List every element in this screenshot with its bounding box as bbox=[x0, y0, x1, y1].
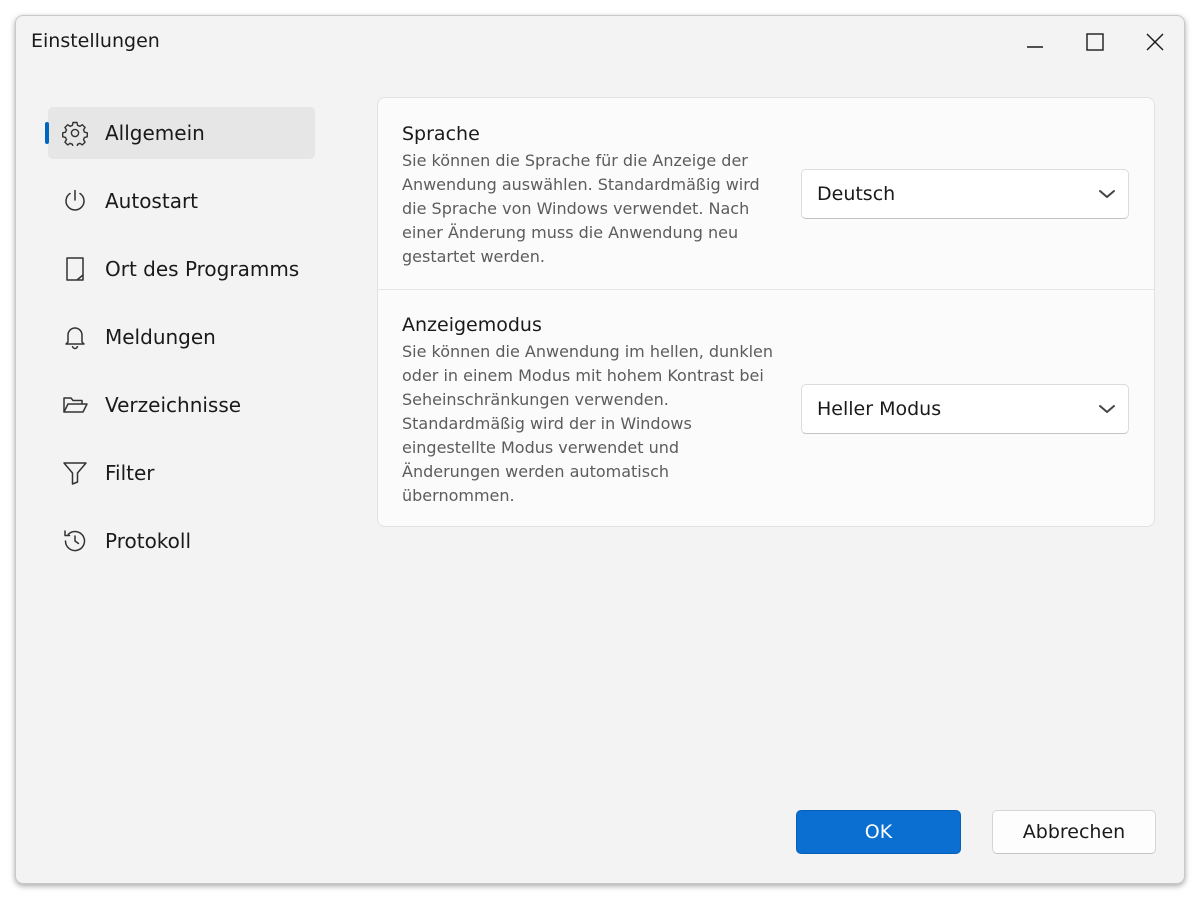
sidebar-item-protokoll[interactable]: Protokoll bbox=[48, 515, 315, 567]
window-title: Einstellungen bbox=[31, 30, 160, 52]
sidebar-item-label: Meldungen bbox=[105, 325, 216, 349]
language-description: Sie können die Sprache für die Anzeige d… bbox=[402, 151, 760, 266]
ok-button[interactable]: OK bbox=[796, 810, 961, 854]
document-icon bbox=[66, 257, 84, 281]
sidebar-nav: Allgemein Autostart Ort des Programms Me… bbox=[45, 107, 315, 583]
maximize-icon bbox=[1086, 33, 1104, 51]
language-setting: Sprache Sie können die Sprache für die A… bbox=[378, 98, 1154, 290]
bell-icon bbox=[65, 327, 85, 350]
language-title: Sprache bbox=[402, 123, 480, 145]
sidebar-item-label: Filter bbox=[105, 461, 155, 485]
gear-icon bbox=[62, 121, 88, 146]
close-icon bbox=[1146, 33, 1164, 51]
display-mode-setting: Anzeigemodus Sie können die Anwendung im… bbox=[378, 290, 1154, 526]
title-bar[interactable]: Einstellungen bbox=[16, 16, 1184, 70]
sidebar-item-verzeichnisse[interactable]: Verzeichnisse bbox=[48, 379, 315, 431]
chevron-down-icon bbox=[1099, 405, 1115, 413]
display-mode-description: Sie können die Anwendung im hellen, dunk… bbox=[402, 342, 774, 505]
chevron-down-icon bbox=[1099, 190, 1115, 198]
sidebar-item-label: Verzeichnisse bbox=[105, 393, 242, 417]
language-selected-value: Deutsch bbox=[817, 183, 896, 205]
display-mode-select[interactable]: Heller Modus bbox=[801, 384, 1129, 434]
sidebar-item-ort-des-programms[interactable]: Ort des Programms bbox=[48, 243, 315, 295]
minimize-button[interactable] bbox=[1013, 24, 1057, 60]
close-button[interactable] bbox=[1133, 24, 1177, 60]
sidebar-item-filter[interactable]: Filter bbox=[48, 447, 315, 499]
sidebar-item-autostart[interactable]: Autostart bbox=[48, 175, 315, 227]
display-mode-selected-value: Heller Modus bbox=[817, 398, 942, 420]
display-mode-title: Anzeigemodus bbox=[402, 314, 542, 336]
maximize-button[interactable] bbox=[1073, 24, 1117, 60]
sidebar-item-label: Autostart bbox=[105, 189, 199, 213]
minimize-icon bbox=[1027, 46, 1043, 48]
language-select[interactable]: Deutsch bbox=[801, 169, 1129, 219]
power-icon bbox=[65, 189, 85, 211]
sidebar-item-label: Protokoll bbox=[105, 529, 192, 553]
cancel-button[interactable]: Abbrechen bbox=[992, 810, 1156, 854]
settings-card: Sprache Sie können die Sprache für die A… bbox=[377, 97, 1155, 527]
filter-icon bbox=[63, 462, 87, 485]
settings-window: Einstellungen Allgemein Autostart Ort de… bbox=[15, 15, 1185, 884]
folder-open-icon bbox=[63, 397, 88, 413]
sidebar-item-meldungen[interactable]: Meldungen bbox=[48, 311, 315, 363]
sidebar-item-allgemein[interactable]: Allgemein bbox=[45, 107, 315, 159]
active-indicator bbox=[45, 122, 49, 144]
sidebar-item-label: Allgemein bbox=[105, 121, 205, 145]
history-icon bbox=[64, 530, 86, 552]
sidebar-item-label: Ort des Programms bbox=[105, 257, 300, 281]
